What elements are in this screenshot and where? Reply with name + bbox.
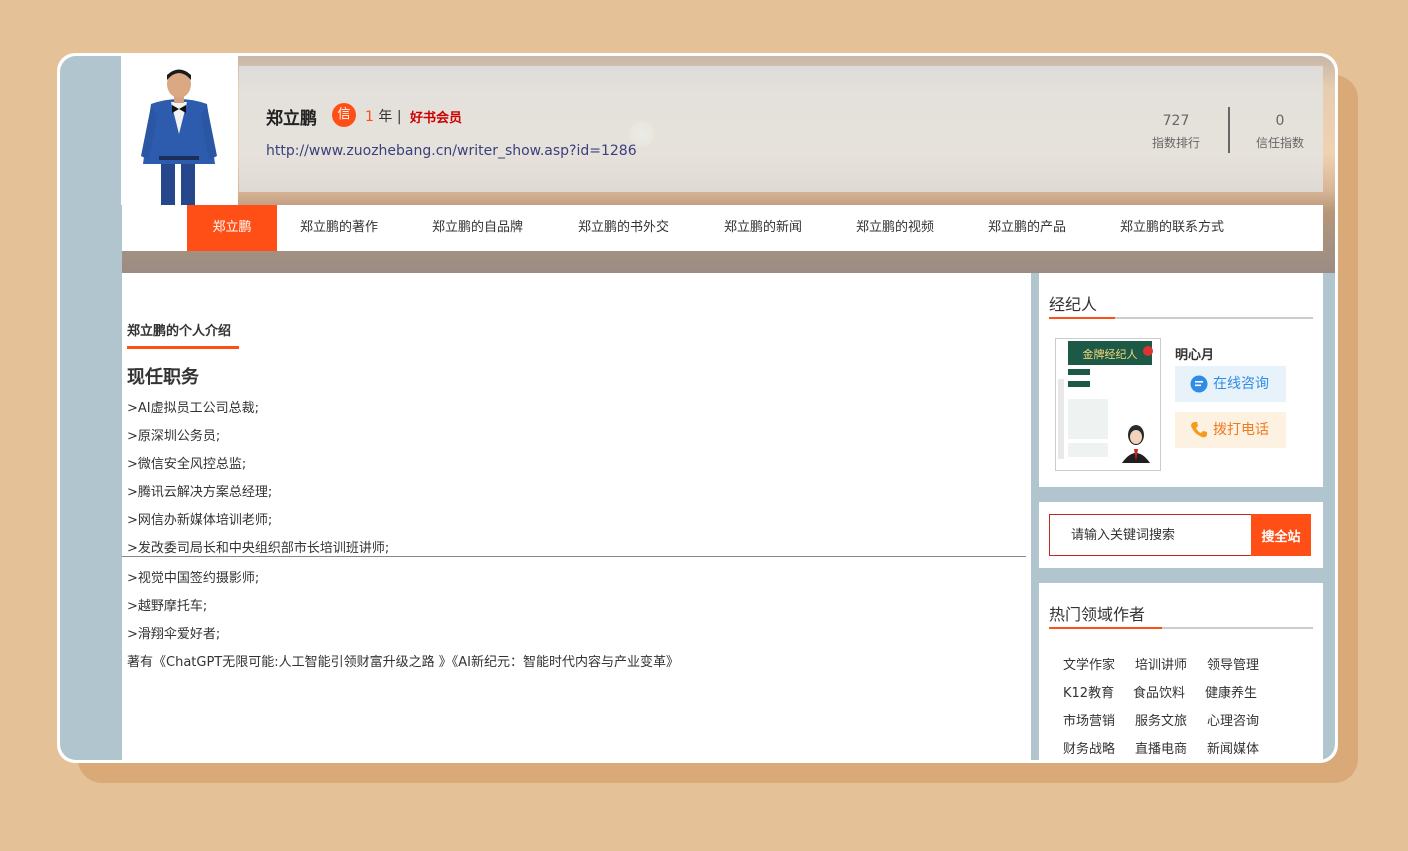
duty-item: >视觉中国签约摄影师;	[127, 571, 260, 586]
domain-tag[interactable]: 领导管理	[1207, 654, 1259, 673]
duty-item: >原深圳公务员;	[127, 429, 221, 444]
duty-item: >发改委司局长和中央组织部市长培训班讲师;	[127, 541, 390, 556]
duty-item: >滑翔伞爱好者;	[127, 627, 221, 642]
homepage-url-link[interactable]: http://www.zuozhebang.cn/writer_show.asp…	[266, 143, 637, 159]
online-consult-button[interactable]: 在线咨询	[1175, 366, 1286, 402]
main-content: 郑立鹏的个人介绍 现任职务 >AI虚拟员工公司总裁; >原深圳公务员; >微信安…	[122, 273, 1031, 760]
stat-trust-index: 0 信任指数	[1240, 113, 1320, 151]
membership-years: 1 年 |	[365, 106, 402, 126]
stat-value: 727	[1162, 113, 1190, 129]
domain-tag[interactable]: 文学作家	[1063, 654, 1115, 673]
hot-authors-title-accent	[1049, 627, 1162, 629]
call-phone-button[interactable]: 拨打电话	[1175, 412, 1286, 448]
duty-item: >网信办新媒体培训老师;	[127, 513, 273, 528]
trust-badge: 信	[332, 103, 356, 127]
domain-tag[interactable]: 培训讲师	[1135, 654, 1187, 673]
agent-title-accent	[1049, 317, 1115, 319]
nav-item-contact[interactable]: 郑立鹏的联系方式	[1120, 205, 1224, 251]
nav-item-news[interactable]: 郑立鹏的新闻	[724, 205, 802, 251]
works-line: 著有《ChatGPT无限可能:人工智能引领财富升级之路 》《AI新纪元：智能时代…	[127, 655, 679, 670]
site-search-input[interactable]	[1049, 514, 1252, 556]
author-avatar[interactable]	[121, 56, 238, 205]
nav-item-home[interactable]: 郑立鹏	[187, 205, 277, 251]
call-phone-label: 拨打电话	[1213, 422, 1269, 438]
nav-item-book-diplomacy[interactable]: 郑立鹏的书外交	[578, 205, 669, 251]
chat-bubble-icon	[1190, 375, 1208, 393]
intro-title: 郑立鹏的个人介绍	[127, 324, 232, 339]
profile-frame-inner: 郑立鹏 信 1 年 | 好书会员 http://www.zuozhebang.c…	[60, 56, 1335, 760]
hot-authors-title-line	[1049, 627, 1313, 629]
intro-title-underline	[127, 346, 239, 349]
agent-section-title: 经纪人	[1049, 295, 1098, 314]
agent-name: 明心月	[1175, 348, 1215, 363]
online-consult-label: 在线咨询	[1213, 376, 1269, 392]
nav-item-works[interactable]: 郑立鹏的著作	[300, 205, 378, 251]
author-portrait-icon	[121, 56, 238, 205]
domain-tag[interactable]: 新闻媒体	[1207, 738, 1259, 757]
domain-tag[interactable]: K12教育	[1063, 682, 1114, 701]
domain-tag[interactable]: 市场营销	[1063, 710, 1115, 729]
current-position-heading: 现任职务	[127, 367, 199, 388]
content-divider	[122, 556, 1026, 557]
domain-tag[interactable]: 服务文旅	[1135, 710, 1187, 729]
stat-index-ranking: 727 指数排行	[1136, 113, 1216, 151]
nav-item-brand[interactable]: 郑立鹏的自品牌	[432, 205, 523, 251]
duty-item: >微信安全风控总监;	[127, 457, 247, 472]
duty-item: >越野摩托车;	[127, 599, 208, 614]
nav-item-videos[interactable]: 郑立鹏的视频	[856, 205, 934, 251]
domain-tag[interactable]: 心理咨询	[1207, 710, 1259, 729]
duty-item: >AI虚拟员工公司总裁;	[127, 401, 259, 416]
site-search-box: 搜全站	[1039, 502, 1323, 568]
years-unit: 年	[378, 109, 393, 125]
hot-domain-authors-box: 热门领域作者 文学作家 培训讲师 领导管理 K12教育 食品饮料 健康养生 市场…	[1039, 583, 1323, 760]
stat-label: 指数排行	[1151, 136, 1200, 150]
years-number: 1	[365, 109, 374, 125]
hot-authors-title: 热门领域作者	[1049, 605, 1146, 624]
agent-poster-title: 金牌经纪人	[1083, 347, 1138, 361]
profile-frame: 郑立鹏 信 1 年 | 好书会员 http://www.zuozhebang.c…	[57, 53, 1338, 763]
agent-poster[interactable]: 金牌经纪人	[1055, 338, 1161, 471]
profile-nav: 郑立鹏 郑立鹏的著作 郑立鹏的自品牌 郑立鹏的书外交 郑立鹏的新闻 郑立鹏的视频…	[122, 205, 1323, 251]
domain-tag[interactable]: 财务战略	[1063, 738, 1115, 757]
stat-divider	[1228, 107, 1230, 153]
duty-item: >腾讯云解决方案总经理;	[127, 485, 273, 500]
years-separator: |	[396, 109, 402, 125]
domain-tag[interactable]: 直播电商	[1135, 738, 1187, 757]
agent-box: 经纪人 金牌经纪人 明心月 在线咨询 拨打电话	[1039, 273, 1323, 487]
member-level: 好书会员	[410, 111, 463, 126]
agent-poster-image: 金牌经纪人	[1056, 339, 1160, 470]
stat-label: 信任指数	[1255, 136, 1304, 150]
agent-title-line	[1049, 317, 1313, 319]
site-search-button[interactable]: 搜全站	[1251, 514, 1311, 556]
domain-tag[interactable]: 食品饮料	[1133, 682, 1185, 701]
stat-value: 0	[1275, 113, 1285, 129]
domain-tag[interactable]: 健康养生	[1205, 682, 1257, 701]
phone-icon	[1191, 422, 1207, 438]
nav-item-products[interactable]: 郑立鹏的产品	[988, 205, 1066, 251]
author-name: 郑立鹏	[266, 109, 317, 129]
